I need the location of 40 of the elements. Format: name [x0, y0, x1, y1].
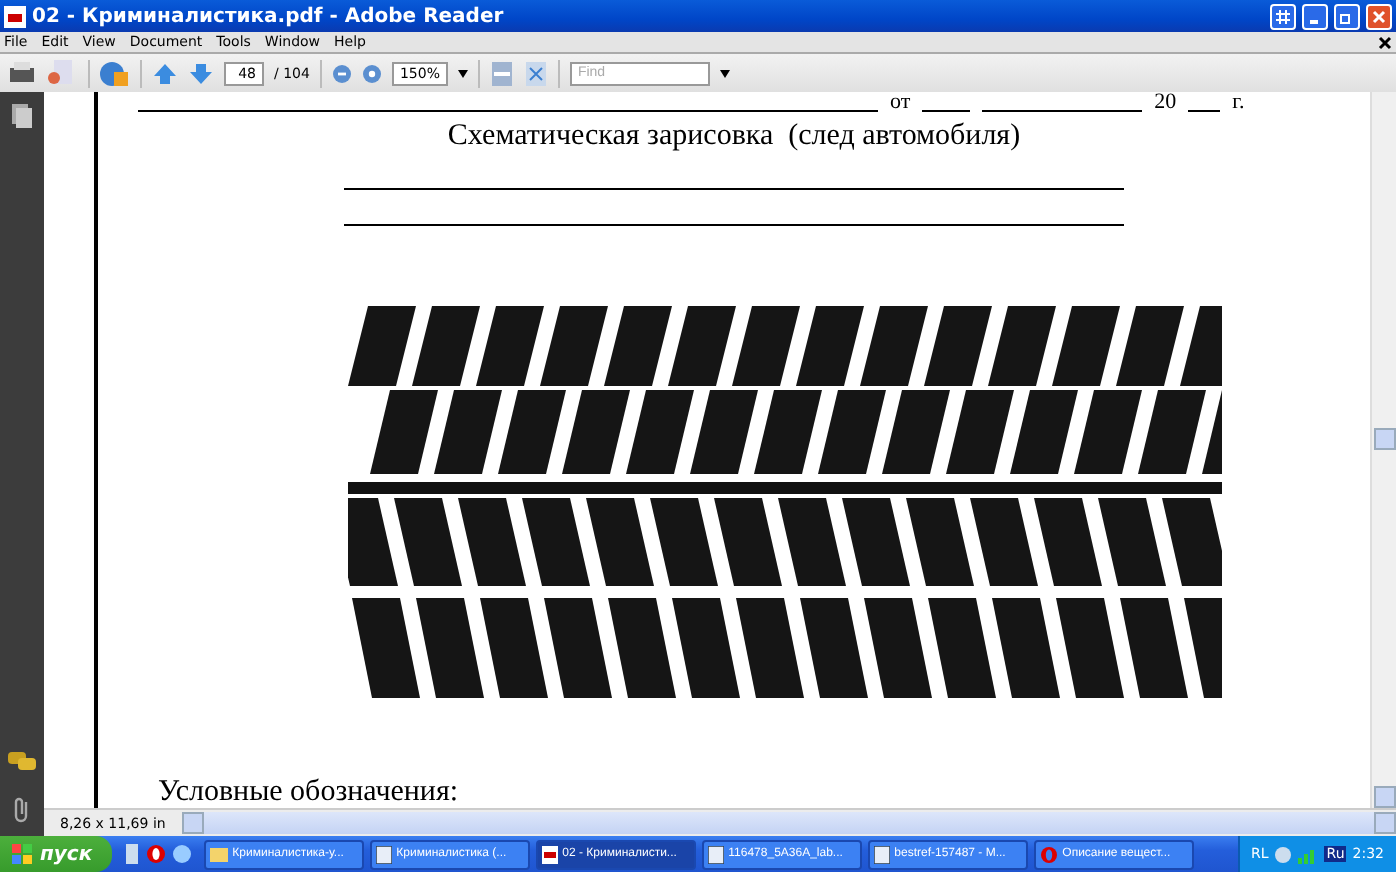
- down-arrow-icon[interactable]: [188, 61, 214, 85]
- printer-icon[interactable]: [8, 60, 36, 86]
- date-text: от: [890, 92, 911, 112]
- grid-icon: [1276, 9, 1290, 23]
- close-button[interactable]: [1366, 3, 1392, 29]
- document-icon[interactable]: [708, 845, 725, 863]
- close-icon[interactable]: [1378, 35, 1392, 49]
- document-icon[interactable]: [46, 60, 78, 86]
- legend-heading: Условные обозначения:: [158, 778, 459, 808]
- windows-logo-icon[interactable]: [12, 844, 32, 864]
- page-icon[interactable]: [489, 61, 514, 85]
- scroll-left-button[interactable]: [181, 812, 204, 834]
- fit-page-icon[interactable]: [523, 61, 548, 85]
- scroll-down-button[interactable]: [1373, 786, 1395, 808]
- restore-icon: [1340, 9, 1354, 23]
- window-title: 02 - Криминалистика.pdf - Adobe Reader: [32, 5, 506, 27]
- pdf-icon[interactable]: [542, 845, 559, 863]
- date-text: 20: [1154, 92, 1177, 112]
- dropdown-arrow-icon[interactable]: [719, 69, 730, 77]
- document-icon[interactable]: [376, 845, 393, 863]
- paperclip-icon[interactable]: [12, 796, 32, 824]
- dropdown-arrow-icon[interactable]: [457, 69, 468, 77]
- opera-icon[interactable]: [146, 844, 167, 864]
- date-text: г.: [1232, 92, 1245, 112]
- grid-button[interactable]: [1270, 3, 1296, 29]
- sketch-heading: Схематическая зарисовка (след автомобиля): [447, 120, 1021, 154]
- folder-icon[interactable]: [210, 846, 229, 862]
- vertical-scrollbar[interactable]: [1370, 92, 1396, 808]
- scroll-thumb[interactable]: [1373, 428, 1395, 450]
- zoom-in-icon[interactable]: [361, 63, 382, 83]
- zoom-out-icon[interactable]: [331, 63, 352, 83]
- restore-button[interactable]: [1334, 3, 1360, 29]
- up-arrow-icon[interactable]: [152, 61, 178, 85]
- comments-icon[interactable]: [8, 752, 36, 772]
- horizontal-scrollbar[interactable]: [181, 812, 1396, 834]
- document-icon[interactable]: [874, 845, 891, 863]
- pages-icon[interactable]: [12, 104, 32, 128]
- close-icon: [1372, 9, 1386, 23]
- minimize-button[interactable]: [1302, 3, 1328, 29]
- pdf-icon[interactable]: [4, 5, 26, 27]
